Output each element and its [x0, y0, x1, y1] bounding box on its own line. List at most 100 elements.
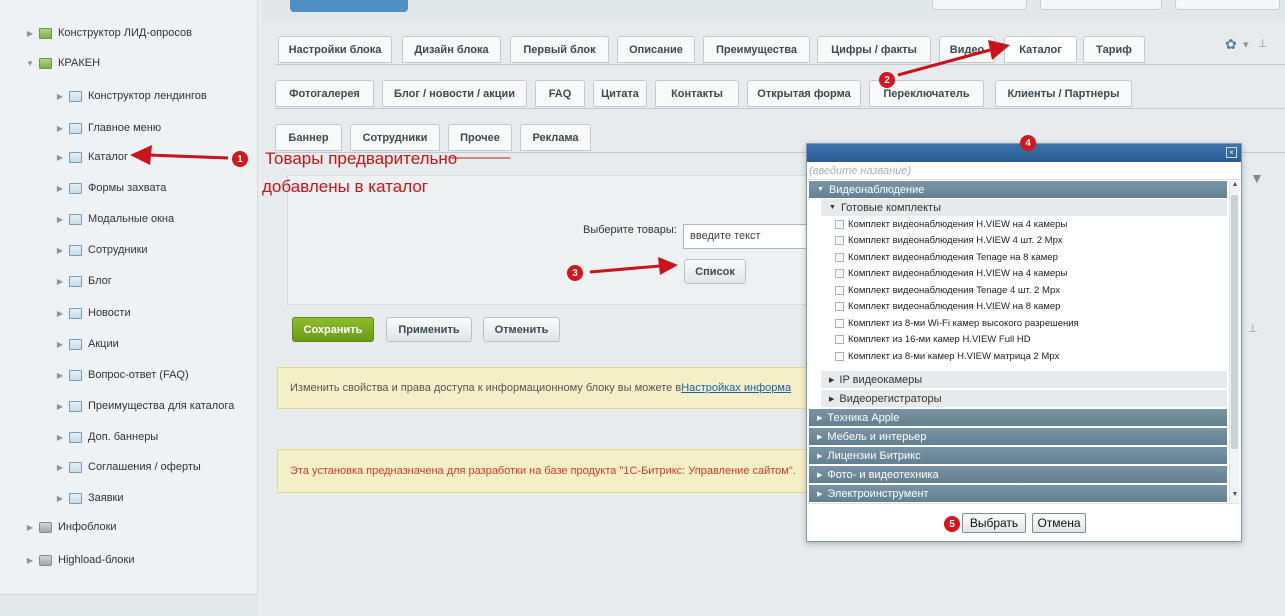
category-row[interactable]: ▶ Электроинструмент [809, 485, 1227, 502]
product-item[interactable]: Комплект видеонаблюдения H.VIEW 4 шт. 2 … [835, 233, 1063, 249]
sidebar-item[interactable]: ▶ Конструктор ЛИД-опросов [25, 23, 192, 43]
product-item[interactable]: Комплект из 16-ми камер H.VIEW Full HD [835, 332, 1031, 348]
pin-icon[interactable]: ⊥ [1258, 37, 1268, 50]
chevron-right-icon[interactable]: ▶ [25, 523, 35, 532]
sidebar-item[interactable]: ▶ Заявки [55, 488, 124, 508]
product-checkbox[interactable] [835, 335, 844, 344]
category-row[interactable]: ▶ Лицензии Битрикс [809, 447, 1227, 464]
tab[interactable]: Блог / новости / акции [382, 80, 527, 107]
chevron-right-icon[interactable]: ▶ [817, 471, 822, 479]
product-checkbox[interactable] [835, 285, 844, 295]
sidebar-item[interactable]: ▶ Конструктор лендингов [55, 86, 207, 106]
chevron-right-icon[interactable]: ▶ [25, 556, 35, 565]
pin-icon-lower[interactable]: ⊥ [1248, 322, 1258, 335]
sidebar-item[interactable]: ▶ Модальные окна [55, 209, 174, 229]
sidebar-item[interactable]: ▶ Соглашения / оферты [55, 457, 201, 477]
chevron-right-icon[interactable]: ▶ [55, 215, 65, 224]
category-row[interactable]: ▼ Видеонаблюдение [809, 181, 1227, 198]
category-row[interactable]: ▶ Техника Apple [809, 409, 1227, 426]
apply-button[interactable]: Применить [386, 317, 472, 342]
sidebar-item[interactable]: ▶ Инфоблоки [25, 517, 117, 537]
sidebar-item[interactable]: ▶ Highload-блоки [25, 550, 135, 570]
dialog-search-input[interactable]: (введите название) [807, 162, 1241, 180]
subsection-row[interactable]: ▼ Готовые комплекты [821, 199, 1227, 216]
product-item[interactable]: Комплект видеонаблюдения H.VIEW на 8 кам… [835, 299, 1060, 315]
tab[interactable]: Каталог [1004, 36, 1077, 63]
collapse-arrow-icon[interactable]: ▼ [1250, 170, 1264, 186]
chevron-right-icon[interactable]: ▶ [55, 494, 65, 503]
chevron-right-icon[interactable]: ▶ [55, 402, 65, 411]
chevron-right-icon[interactable]: ▶ [55, 92, 65, 101]
sidebar-item[interactable]: ▶ Вопрос-ответ (FAQ) [55, 365, 189, 385]
sidebar-item[interactable]: ▶ Преимущества для каталога [55, 396, 234, 416]
sidebar-item[interactable]: ▶ Акции [55, 334, 119, 354]
top-button-1[interactable] [932, 0, 1027, 10]
product-checkbox[interactable] [835, 219, 844, 229]
dialog-cancel-button[interactable]: Отмена [1032, 513, 1086, 533]
product-item[interactable]: Комплект видеонаблюдения H.VIEW на 4 кам… [835, 266, 1067, 282]
tab[interactable]: Первый блок [510, 36, 609, 63]
chevron-right-icon[interactable]: ▶ [55, 246, 65, 255]
tab[interactable]: Тариф [1083, 36, 1145, 63]
products-search-input[interactable]: введите текст [683, 224, 808, 249]
sidebar-item[interactable]: ▶ Формы захвата [55, 178, 167, 198]
sidebar-item[interactable]: ▶ Каталог [55, 147, 128, 167]
chevron-right-icon[interactable]: ▶ [817, 414, 822, 422]
dialog-scrollbar[interactable]: ▲ ▼ [1229, 181, 1239, 503]
tab[interactable]: Контакты [655, 80, 739, 107]
product-item[interactable]: Комплект видеонаблюдения H.VIEW на 4 кам… [835, 216, 1067, 232]
category-row[interactable]: ▶ Мебель и интерьер [809, 428, 1227, 445]
tab[interactable]: Видео [939, 36, 995, 63]
tab[interactable]: Дизайн блока [402, 36, 501, 63]
product-checkbox[interactable] [835, 302, 844, 311]
chevron-right-icon[interactable]: ▶ [817, 433, 822, 441]
chevron-right-icon[interactable]: ▶ [55, 433, 65, 442]
chevron-right-icon[interactable]: ▶ [55, 340, 65, 349]
chevron-down-icon[interactable]: ▼ [25, 59, 35, 68]
product-item[interactable]: Комплект из 8-ми камер H.VIEW матрица 2 … [835, 348, 1059, 364]
product-checkbox[interactable] [835, 269, 844, 278]
sidebar-item[interactable]: ▶ Главное меню [55, 118, 161, 138]
chevron-down-icon[interactable]: ▼ [829, 204, 836, 211]
chevron-right-icon[interactable]: ▶ [829, 376, 834, 384]
sidebar-item[interactable]: ▶ Новости [55, 303, 131, 323]
tab[interactable]: Цифры / факты [817, 36, 931, 63]
tab[interactable]: Цитата [593, 80, 647, 107]
product-checkbox[interactable] [835, 236, 844, 245]
chevron-right-icon[interactable]: ▶ [55, 371, 65, 380]
top-primary-button[interactable] [290, 0, 408, 12]
tab[interactable]: Сотрудники [350, 124, 440, 151]
gear-icon[interactable]: ✿ [1225, 36, 1237, 53]
chevron-right-icon[interactable]: ▶ [55, 277, 65, 286]
chevron-right-icon[interactable]: ▶ [55, 124, 65, 133]
top-button-3[interactable] [1175, 0, 1280, 10]
tab[interactable]: Фотогалерея [275, 80, 374, 107]
chevron-down-icon[interactable]: ▾ [1243, 38, 1249, 51]
select-button[interactable]: Выбрать [962, 513, 1026, 533]
tab[interactable]: Описание [617, 36, 695, 63]
chevron-right-icon[interactable]: ▶ [55, 153, 65, 162]
list-button[interactable]: Список [684, 259, 746, 284]
sidebar-item[interactable]: ▶ Сотрудники [55, 240, 148, 260]
category-row[interactable]: ▶ Фото- и видеотехника [809, 466, 1227, 483]
product-item[interactable]: Комплект видеонаблюдения Tenage 4 шт. 2 … [835, 282, 1060, 298]
chevron-down-icon[interactable]: ▼ [817, 186, 824, 193]
save-button[interactable]: Сохранить [292, 317, 374, 342]
close-icon[interactable]: × [1226, 147, 1237, 158]
chevron-right-icon[interactable]: ▶ [55, 309, 65, 318]
chevron-right-icon[interactable]: ▶ [817, 452, 822, 460]
cancel-button[interactable]: Отменить [483, 317, 560, 342]
chevron-right-icon[interactable]: ▶ [55, 184, 65, 193]
product-item[interactable]: Комплект видеонаблюдения Tenage на 8 кам… [835, 249, 1058, 265]
top-button-2[interactable] [1040, 0, 1162, 10]
tab[interactable]: Баннер [275, 124, 342, 151]
tab[interactable]: Настройки блока [278, 36, 392, 63]
tab[interactable]: Прочее [448, 124, 512, 151]
product-checkbox[interactable] [835, 252, 844, 262]
sidebar-item[interactable]: ▶ Блог [55, 271, 112, 291]
chevron-right-icon[interactable]: ▶ [55, 463, 65, 472]
subsection-row[interactable]: ▶ IP видеокамеры [821, 371, 1227, 388]
tab[interactable]: FAQ [535, 80, 585, 107]
scroll-up-icon[interactable]: ▲ [1230, 181, 1240, 193]
chevron-right-icon[interactable]: ▶ [817, 490, 822, 498]
